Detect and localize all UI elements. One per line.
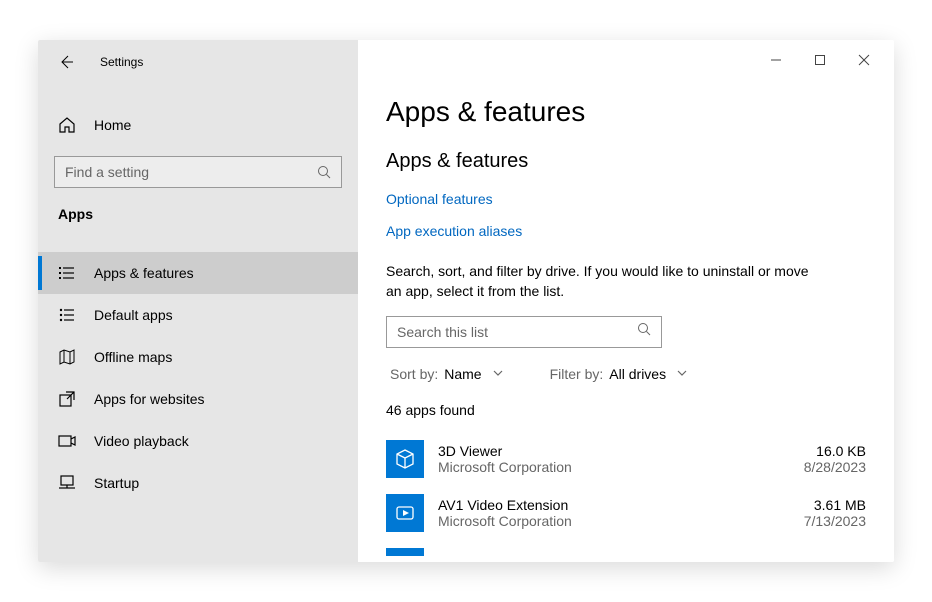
main-content: Apps & features Apps & features Optional…: [358, 40, 894, 562]
nav-item-label: Video playback: [94, 433, 189, 449]
app-size: 16.0 KB: [816, 443, 866, 459]
map-icon: [58, 348, 76, 366]
apps-count: 46 apps found: [386, 402, 866, 418]
app-size: 3.61 MB: [814, 497, 866, 513]
app-date: 7/13/2023: [804, 513, 866, 529]
app-icon-partial: [386, 548, 424, 556]
app-name: 3D Viewer: [438, 443, 790, 459]
app-name: AV1 Video Extension: [438, 497, 790, 513]
app-meta: 3.61 MB 7/13/2023: [804, 497, 866, 529]
find-setting-search[interactable]: [54, 156, 342, 188]
sort-value: Name: [444, 366, 481, 382]
chevron-down-icon: [492, 366, 504, 382]
nav-apps-websites[interactable]: Apps for websites: [38, 378, 358, 420]
nav-apps-features[interactable]: Apps & features: [38, 252, 358, 294]
nav-offline-maps[interactable]: Offline maps: [38, 336, 358, 378]
nav-item-label: Default apps: [94, 307, 173, 323]
nav-item-label: Startup: [94, 475, 139, 491]
nav-default-apps[interactable]: Default apps: [38, 294, 358, 336]
app-date: 8/28/2023: [804, 459, 866, 475]
minimize-button[interactable]: [766, 50, 786, 70]
app-icon-video: [386, 494, 424, 532]
app-row[interactable]: AV1 Video Extension Microsoft Corporatio…: [386, 486, 866, 540]
close-button[interactable]: [854, 50, 874, 70]
app-list-search[interactable]: [386, 316, 662, 348]
nav-item-label: Apps for websites: [94, 391, 205, 407]
maximize-icon: [814, 54, 826, 66]
section-label: Apps: [38, 188, 358, 234]
page-title: Apps & features: [386, 96, 866, 128]
app-execution-aliases-link[interactable]: App execution aliases: [386, 223, 866, 239]
sort-label: Sort by:: [390, 366, 438, 382]
nav-item-label: Offline maps: [94, 349, 172, 365]
window-controls: [766, 50, 894, 70]
app-icon-cube: [386, 440, 424, 478]
app-row[interactable]: 3D Viewer Microsoft Corporation 16.0 KB …: [386, 432, 866, 486]
app-info: 3D Viewer Microsoft Corporation: [438, 443, 790, 475]
back-button[interactable]: [58, 54, 74, 70]
back-arrow-icon: [58, 54, 74, 70]
sidebar: Settings Home Apps: [38, 40, 358, 562]
search-icon: [317, 165, 331, 179]
sidebar-header: Settings: [38, 40, 358, 84]
startup-icon: [58, 474, 76, 492]
nav-startup[interactable]: Startup: [38, 462, 358, 504]
find-setting-input[interactable]: [65, 164, 309, 180]
settings-window: Settings Home Apps: [38, 40, 894, 562]
search-icon: [637, 322, 651, 341]
close-icon: [858, 54, 870, 66]
minimize-icon: [770, 54, 782, 66]
nav-item-label: Apps & features: [94, 265, 194, 281]
video-icon: [58, 432, 76, 450]
app-meta: 16.0 KB 8/28/2023: [804, 443, 866, 475]
home-label: Home: [94, 117, 131, 133]
optional-features-link[interactable]: Optional features: [386, 191, 866, 207]
app-info: AV1 Video Extension Microsoft Corporatio…: [438, 497, 790, 529]
filter-label: Filter by:: [550, 366, 604, 382]
filters-row: Sort by: Name Filter by: All drives: [386, 366, 866, 382]
launch-icon: [58, 390, 76, 408]
home-icon: [58, 116, 76, 134]
settings-title: Settings: [100, 55, 143, 69]
chevron-down-icon: [676, 366, 688, 382]
app-row-partial: [386, 548, 866, 556]
list-icon: [58, 264, 76, 282]
filter-by-dropdown[interactable]: Filter by: All drives: [550, 366, 688, 382]
nav-list: Apps & features Default apps: [38, 252, 358, 504]
app-publisher: Microsoft Corporation: [438, 513, 790, 529]
app-list-search-input[interactable]: [397, 324, 629, 340]
app-publisher: Microsoft Corporation: [438, 459, 790, 475]
maximize-button[interactable]: [810, 50, 830, 70]
filter-value: All drives: [609, 366, 666, 382]
home-nav[interactable]: Home: [38, 106, 358, 144]
description-text: Search, sort, and filter by drive. If yo…: [386, 261, 826, 302]
subheading: Apps & features: [386, 150, 866, 173]
sort-by-dropdown[interactable]: Sort by: Name: [390, 366, 504, 382]
defaults-icon: [58, 306, 76, 324]
nav-video-playback[interactable]: Video playback: [38, 420, 358, 462]
app-list: 3D Viewer Microsoft Corporation 16.0 KB …: [386, 432, 866, 556]
